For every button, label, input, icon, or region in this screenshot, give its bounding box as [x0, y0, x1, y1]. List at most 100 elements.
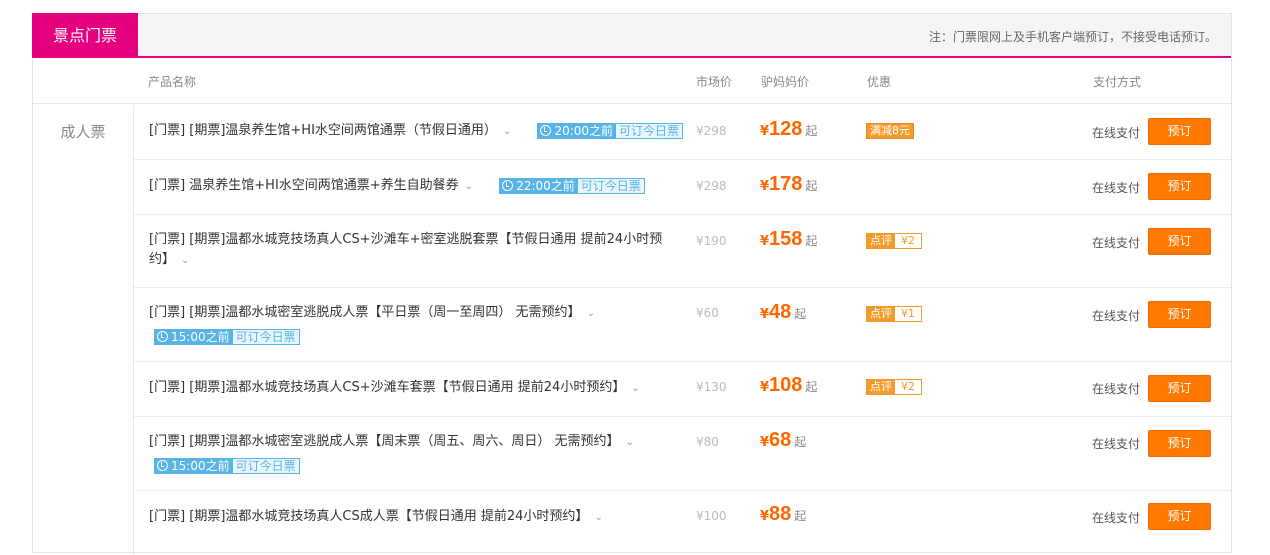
promo-value: ¥2: [901, 380, 915, 393]
promo-badge: 满减8元: [866, 123, 914, 139]
clock-icon: [540, 125, 552, 136]
clock-icon: [502, 180, 514, 191]
market-price: ¥60: [696, 306, 719, 320]
group-label: 成人票: [60, 123, 106, 141]
book-button[interactable]: 预订: [1148, 503, 1211, 530]
price-value: 128: [769, 118, 803, 140]
product-name-text[interactable]: [门票] [期票]温都水城密室逃脱成人票【平日票（周一至周四） 无需预约】: [149, 305, 581, 320]
sale-price: ¥108 起: [760, 374, 817, 397]
currency: ¥: [760, 124, 770, 139]
currency: ¥: [760, 179, 770, 194]
book-button[interactable]: 预订: [1148, 173, 1211, 200]
price-from: 起: [805, 124, 818, 138]
product-name[interactable]: [门票] 温泉养生馆+HI水空间两馆通票+养生自助餐券 ⌄ 22:00之前 可订今日…: [149, 176, 694, 197]
price-value: 88: [769, 503, 792, 525]
promo-value: ¥1: [901, 307, 915, 320]
clock-icon: [157, 460, 168, 471]
market-price: ¥298: [696, 179, 727, 193]
currency: ¥: [760, 234, 770, 249]
group-adult: 成人票: [33, 105, 134, 555]
market-price: ¥190: [696, 234, 727, 248]
price-value: 108: [769, 374, 803, 396]
table-header: 产品名称 市场价 驴妈妈价 优惠 支付方式: [33, 60, 1231, 104]
product-name[interactable]: [门票] [期票]温都水城密室逃脱成人票【平日票（周一至周四） 无需预约】 ⌄ 1…: [149, 303, 694, 347]
payment-method: 在线支付: [1092, 382, 1141, 396]
currency: ¥: [760, 509, 770, 524]
market-price: ¥80: [696, 435, 719, 449]
tag-text: 可订今日票: [616, 123, 683, 138]
book-button[interactable]: 预订: [1148, 301, 1211, 328]
table-row: [门票] [期票]温都水城竞技场真人CS+沙滩车+密室逃脱套票【节假日通用 提前…: [134, 215, 1231, 288]
chevron-down-icon[interactable]: ⌄: [594, 508, 602, 528]
market-price: ¥298: [696, 124, 727, 138]
chevron-down-icon[interactable]: ⌄: [181, 251, 189, 271]
chevron-down-icon[interactable]: ⌄: [631, 379, 639, 399]
table-row: [门票] [期票]温都水城竞技场真人CS+沙滩车套票【节假日通用 提前24小时预…: [134, 362, 1231, 417]
chevron-down-icon[interactable]: ⌄: [587, 304, 595, 324]
product-name[interactable]: [门票] [期票]温都水城竞技场真人CS+沙滩车+密室逃脱套票【节假日通用 提前…: [149, 230, 694, 271]
tab-scenic-tickets[interactable]: 景点门票: [32, 13, 138, 58]
tag-time: 20:00之前: [554, 123, 614, 138]
tag-time: 15:00之前: [171, 458, 230, 473]
review-promo-badge: 点评 ¥1: [866, 306, 922, 322]
product-name-text[interactable]: [门票] 温泉养生馆+HI水空间两馆通票+养生自助餐券: [149, 178, 459, 193]
book-button[interactable]: 预订: [1148, 228, 1211, 255]
payment-method: 在线支付: [1092, 126, 1141, 140]
product-name[interactable]: [门票] [期票]温泉养生馆+HI水空间两馆通票（节假日通用） ⌄ 20:00之前…: [149, 121, 694, 142]
review-promo-badge: 点评 ¥2: [866, 233, 922, 249]
product-name-text[interactable]: [门票] [期票]温都水城竞技场真人CS成人票【节假日通用 提前24小时预约】: [149, 509, 588, 524]
clock-icon: [157, 331, 168, 342]
payment-method: 在线支付: [1092, 511, 1141, 525]
book-button[interactable]: 预订: [1148, 430, 1211, 457]
price-value: 68: [769, 429, 792, 451]
table-row: [门票] [期票]温都水城密室逃脱成人票【平日票（周一至周四） 无需预约】 ⌄ 1…: [134, 288, 1231, 362]
review-promo-badge: 点评 ¥2: [866, 379, 922, 395]
table-row: [门票] 温泉养生馆+HI水空间两馆通票+养生自助餐券 ⌄ 22:00之前 可订今日…: [134, 160, 1231, 215]
tag-text: 可订今日票: [577, 178, 644, 193]
sale-price: ¥48 起: [760, 301, 806, 324]
chevron-down-icon[interactable]: ⌄: [626, 433, 634, 453]
price-from: 起: [805, 179, 818, 193]
product-name[interactable]: [门票] [期票]温都水城密室逃脱成人票【周末票（周五、周六、周日） 无需预约】…: [149, 432, 694, 476]
price-value: 178: [769, 173, 803, 195]
payment-method: 在线支付: [1092, 181, 1141, 195]
product-name-line2[interactable]: 约】: [149, 252, 175, 267]
today-ticket-tag: 15:00之前 可订今日票: [154, 457, 300, 474]
tab-bar: 景点门票 注：门票限网上及手机客户端预订，不接受电话预订。: [32, 13, 1231, 58]
product-name[interactable]: [门票] [期票]温都水城竞技场真人CS+沙滩车套票【节假日通用 提前24小时预…: [149, 378, 694, 399]
book-button[interactable]: 预订: [1148, 118, 1211, 145]
col-product-name: 产品名称: [148, 75, 197, 89]
tag-time: 15:00之前: [171, 329, 230, 344]
product-name-text[interactable]: [门票] [期票]温都水城密室逃脱成人票【周末票（周五、周六、周日） 无需预约】: [149, 434, 620, 449]
promo-label: 点评: [867, 234, 895, 248]
chevron-down-icon[interactable]: ⌄: [503, 122, 511, 142]
booking-note: 注：门票限网上及手机客户端预订，不接受电话预订。: [928, 30, 1217, 44]
tag-text: 可订今日票: [232, 329, 299, 344]
payment-method: 在线支付: [1092, 309, 1141, 323]
tag-text: 可订今日票: [232, 458, 299, 473]
table-row: [门票] [期票]温泉养生馆+HI水空间两馆通票（节假日通用） ⌄ 20:00之前…: [134, 105, 1231, 160]
sale-price: ¥158 起: [760, 228, 817, 251]
promo-label: 点评: [867, 307, 895, 321]
today-ticket-tag: 22:00之前 可订今日票: [499, 177, 645, 194]
promo-value: ¥2: [901, 234, 915, 247]
sale-price: ¥68 起: [760, 429, 806, 452]
price-value: 158: [769, 228, 803, 250]
price-from: 起: [794, 435, 807, 449]
book-button[interactable]: 预订: [1148, 375, 1211, 402]
market-price: ¥100: [696, 509, 727, 523]
product-name-text[interactable]: [门票] [期票]温泉养生馆+HI水空间两馆通票（节假日通用）: [149, 123, 497, 138]
today-ticket-tag: 15:00之前 可订今日票: [154, 328, 300, 345]
currency: ¥: [760, 380, 770, 395]
sale-price: ¥178 起: [760, 173, 817, 196]
product-name[interactable]: [门票] [期票]温都水城竞技场真人CS成人票【节假日通用 提前24小时预约】 ⌄: [149, 507, 694, 528]
col-promo: 优惠: [867, 75, 892, 89]
chevron-down-icon[interactable]: ⌄: [465, 177, 473, 197]
product-name-line1[interactable]: [门票] [期票]温都水城竞技场真人CS+沙滩车+密室逃脱套票【节假日通用 提前…: [149, 230, 694, 250]
market-price: ¥130: [696, 380, 727, 394]
currency: ¥: [760, 307, 770, 322]
product-name-text[interactable]: [门票] [期票]温都水城竞技场真人CS+沙滩车套票【节假日通用 提前24小时预…: [149, 380, 625, 395]
table-row: [门票] [期票]温都水城竞技场真人CS成人票【节假日通用 提前24小时预约】 ⌄…: [134, 491, 1231, 554]
payment-method: 在线支付: [1092, 437, 1141, 451]
price-from: 起: [805, 380, 818, 394]
